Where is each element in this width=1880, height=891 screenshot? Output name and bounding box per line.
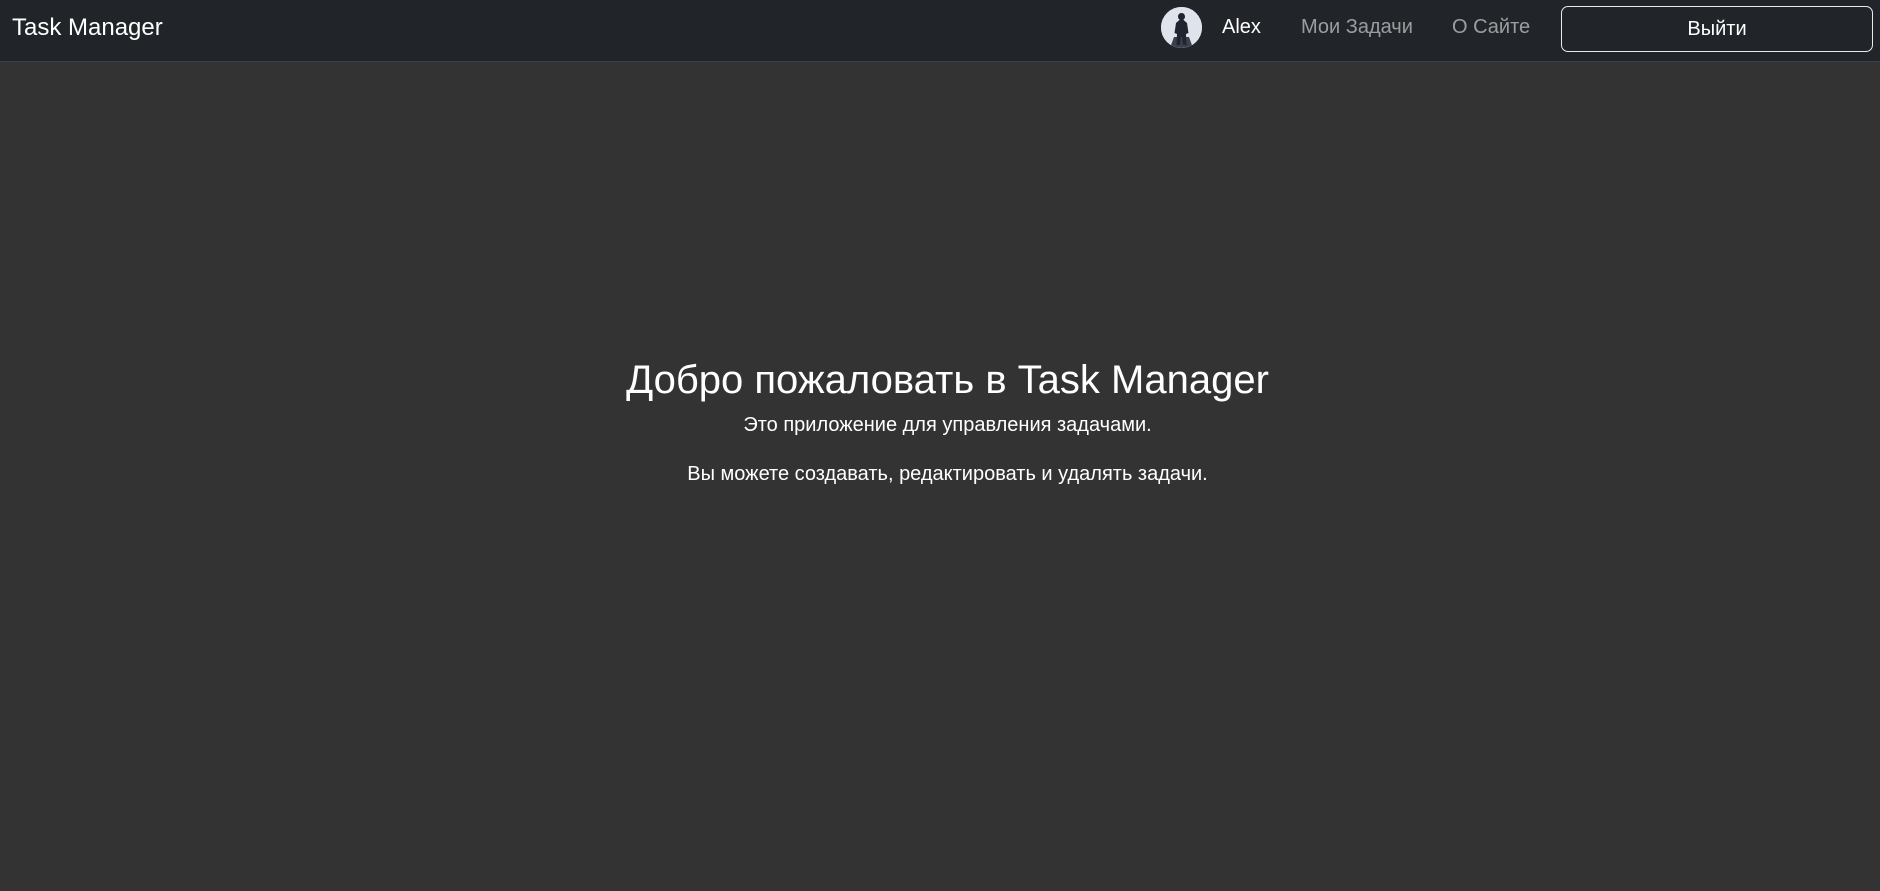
logout-button[interactable]: Выйти (1561, 6, 1873, 52)
nav-my-tasks[interactable]: Мои Задачи (1301, 0, 1413, 55)
page-title: Добро пожаловать в Task Manager (626, 358, 1269, 402)
navbar: Task Manager Alex Мои Задачи О Сайте Вый… (0, 0, 1880, 62)
avatar[interactable] (1161, 7, 1202, 48)
features-text: Вы можете создавать, редактировать и уда… (687, 463, 1208, 485)
nav-about[interactable]: О Сайте (1452, 0, 1530, 55)
intro-text: Это приложение для управления задачами. (743, 414, 1152, 436)
user-avatar-icon (1161, 7, 1202, 48)
welcome-section: Добро пожаловать в Task Manager Это прил… (0, 352, 1880, 489)
brand-link[interactable]: Task Manager (12, 0, 163, 55)
current-user-name[interactable]: Alex (1222, 0, 1261, 55)
